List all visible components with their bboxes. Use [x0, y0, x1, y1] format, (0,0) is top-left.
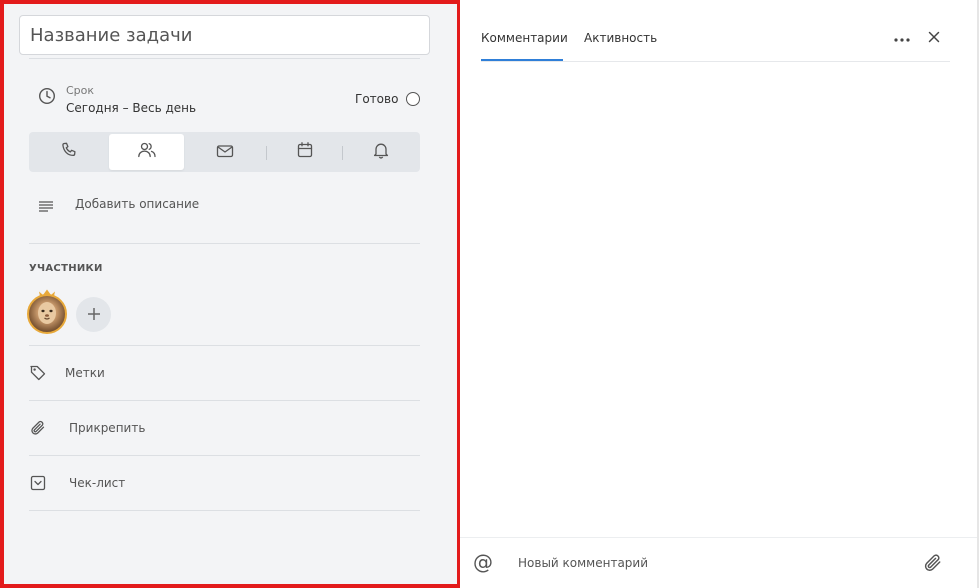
attach-label: Прикрепить [69, 421, 146, 435]
done-radio[interactable] [406, 92, 421, 106]
participants-title: УЧАСТНИКИ [29, 263, 103, 274]
avatar[interactable] [27, 294, 67, 334]
deadline-label: Срок [66, 84, 95, 97]
people-icon [137, 141, 157, 163]
done-label: Готово [355, 92, 399, 106]
type-meeting-button[interactable] [109, 134, 184, 170]
bell-icon [372, 141, 390, 163]
new-comment-input[interactable] [510, 548, 910, 578]
active-tab-indicator [481, 59, 563, 61]
close-icon [928, 28, 940, 47]
more-options-button[interactable] [892, 27, 912, 47]
add-description-link[interactable]: Добавить описание [75, 197, 199, 211]
tags-row[interactable]: Метки [29, 358, 420, 388]
divider [29, 510, 420, 511]
checklist-row[interactable]: Чек-лист [29, 468, 420, 498]
deadline-value[interactable]: Сегодня – Весь день [66, 101, 196, 115]
paperclip-icon[interactable] [922, 552, 944, 578]
close-button[interactable] [924, 27, 944, 47]
divider [29, 400, 420, 401]
mail-icon [216, 143, 234, 162]
checkbox-chevron-icon [29, 474, 69, 492]
done-toggle[interactable]: Готово [355, 92, 421, 106]
attach-row[interactable]: Прикрепить [29, 413, 420, 443]
task-title-input[interactable] [19, 15, 430, 55]
divider [481, 61, 950, 62]
divider [29, 345, 420, 346]
paperclip-icon [29, 419, 69, 437]
divider [29, 455, 420, 456]
tags-label: Метки [65, 366, 105, 380]
text-lines-icon [38, 197, 54, 216]
divider [29, 243, 420, 244]
add-participant-button[interactable] [76, 297, 111, 332]
mention-button[interactable]: @ [473, 550, 493, 574]
more-dots-icon [893, 28, 911, 47]
participant-owner[interactable] [26, 284, 70, 334]
calendar-icon [296, 141, 314, 163]
type-call-button[interactable] [31, 134, 106, 170]
plus-icon [87, 304, 101, 326]
tab-activity[interactable]: Активность [584, 31, 657, 45]
type-reminder-button[interactable] [343, 134, 418, 170]
task-type-selector [29, 132, 420, 172]
task-edit-panel: Срок Сегодня – Весь день Готово [0, 0, 460, 588]
tag-icon [29, 364, 65, 382]
phone-icon [60, 141, 78, 163]
tab-comments[interactable]: Комментарии [481, 31, 568, 45]
divider [29, 58, 420, 59]
comments-panel: Комментарии Активность @ [460, 0, 979, 588]
type-email-button[interactable] [187, 134, 262, 170]
checklist-label: Чек-лист [69, 476, 126, 490]
clock-icon [38, 87, 56, 109]
divider [460, 537, 979, 538]
type-event-button[interactable] [267, 134, 342, 170]
